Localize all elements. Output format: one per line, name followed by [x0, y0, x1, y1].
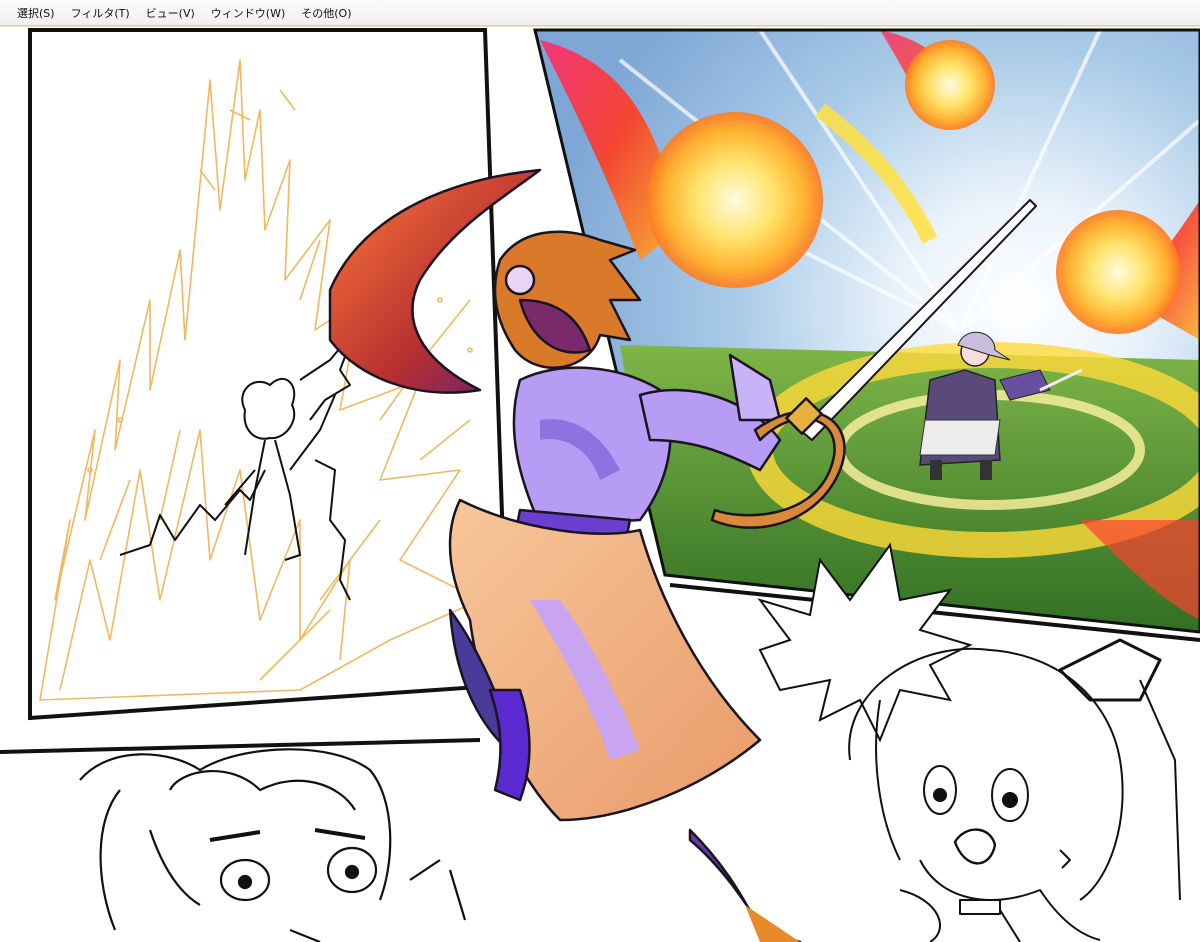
menu-view[interactable]: ビュー(V) — [139, 2, 202, 24]
menu-other[interactable]: その他(O) — [294, 2, 358, 24]
menu-bar: 選択(S) フィルタ(T) ビュー(V) ウィンドウ(W) その他(O) — [0, 0, 1200, 26]
artwork — [0, 28, 1200, 942]
menu-window[interactable]: ウィンドウ(W) — [204, 2, 292, 24]
menu-filter[interactable]: フィルタ(T) — [64, 2, 137, 24]
menu-select[interactable]: 選択(S) — [10, 2, 62, 24]
fireball-icon — [647, 112, 823, 288]
drawing-canvas[interactable] — [0, 27, 1200, 942]
bottom-left-character — [79, 748, 467, 942]
